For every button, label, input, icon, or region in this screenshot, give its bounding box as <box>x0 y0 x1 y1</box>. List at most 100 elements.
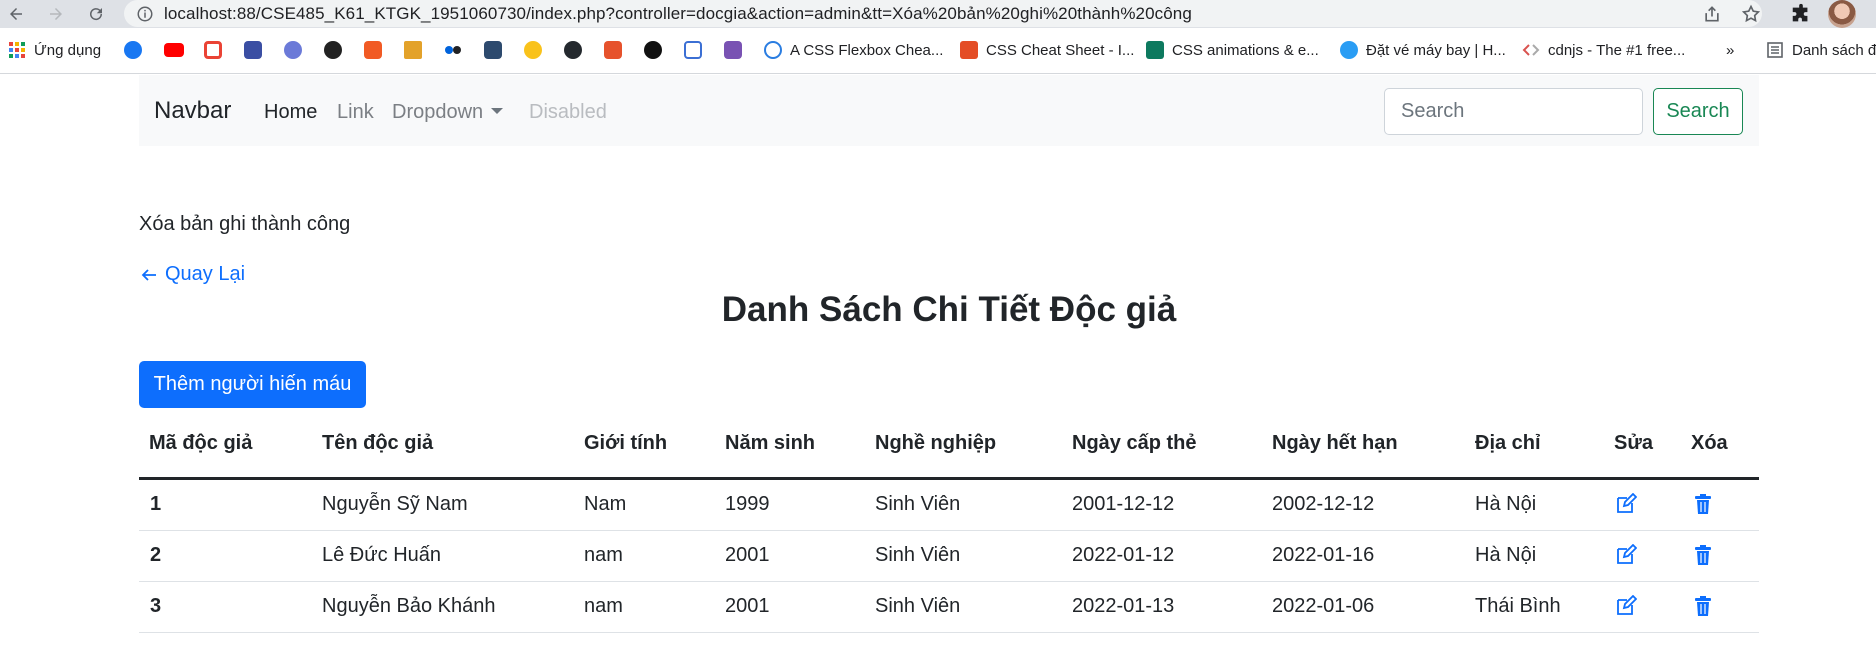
cell-birth-year: 2001 <box>725 544 770 566</box>
cell-occupation: Sinh Viên <box>875 544 961 566</box>
cell-gender: nam <box>584 544 623 566</box>
site-icon-1[interactable] <box>244 41 262 59</box>
nav-dropdown-label: Dropdown <box>392 101 484 123</box>
bookmark-label: Danh sách đ <box>1792 41 1876 59</box>
column-header: Mã độc giả <box>149 432 253 454</box>
back-link[interactable]: Quay Lại <box>139 263 245 286</box>
bookmark-star-icon[interactable] <box>1741 4 1761 24</box>
cell-occupation: Sinh Viên <box>875 595 961 617</box>
bookmark-label: cdnjs - The #1 free... <box>1548 41 1686 59</box>
column-header: Giới tính <box>584 432 668 454</box>
cell-name: Nguyễn Bảo Khánh <box>322 595 496 617</box>
cell-issue-date: 2022-01-12 <box>1072 544 1175 566</box>
nav-dropdown[interactable]: Dropdown <box>392 101 504 124</box>
back-arrow-icon[interactable] <box>4 2 28 26</box>
site-icon-4[interactable] <box>604 41 622 59</box>
site-icon-2[interactable] <box>284 41 302 59</box>
table-row: 3 Nguyễn Bảo Khánh nam 2001 Sinh Viên 20… <box>139 582 1759 633</box>
cell-gender: nam <box>584 595 623 617</box>
address-bar[interactable]: localhost:88/CSE485_K61_KTGK_1951060730/… <box>124 0 1762 27</box>
cell-id: 2 <box>150 544 162 566</box>
site-info-icon[interactable] <box>136 5 154 23</box>
profile-avatar[interactable] <box>1828 0 1856 28</box>
url-text[interactable]: localhost:88/CSE485_K61_KTGK_1951060730/… <box>164 4 1192 24</box>
search-button[interactable]: Search <box>1653 88 1743 135</box>
extensions-puzzle-icon[interactable] <box>1790 3 1812 25</box>
flight-icon <box>1340 41 1358 59</box>
apps-grid-icon <box>9 42 25 58</box>
github-icon[interactable] <box>564 41 582 59</box>
site-icon-5[interactable] <box>644 41 662 59</box>
cell-address: Hà Nội <box>1475 493 1537 515</box>
bookmark-css-cheat-sheet[interactable]: CSS Cheat Sheet - I... <box>960 39 1134 61</box>
bookmark-cdnjs[interactable]: cdnjs - The #1 free... <box>1522 39 1685 61</box>
html5-icon <box>960 41 978 59</box>
cell-issue-date: 2022-01-13 <box>1072 595 1175 617</box>
trash-icon[interactable] <box>1692 493 1714 515</box>
cell-address: Thái Bình <box>1475 595 1561 617</box>
bookmark-dat-ve[interactable]: Đặt vé máy bay | H... <box>1340 39 1506 61</box>
youtube-icon[interactable] <box>164 43 184 57</box>
reload-icon[interactable] <box>84 2 108 26</box>
nav-link-disabled: Disabled <box>529 101 607 123</box>
cell-expiry-date: 2022-01-06 <box>1272 595 1375 617</box>
share-icon[interactable] <box>1702 4 1722 24</box>
browser-toolbar: localhost:88/CSE485_K61_KTGK_1951060730/… <box>0 0 1876 28</box>
table-row: 1 Nguyễn Sỹ Nam Nam 1999 Sinh Viên 2001-… <box>139 480 1759 531</box>
bookmarks-bar: Ứng dụng A CSS Flexbox Chea... CSS Cheat… <box>0 28 1876 74</box>
forward-arrow-icon[interactable] <box>44 2 68 26</box>
more-bookmarks-button[interactable]: » <box>1726 39 1734 61</box>
pma-icon[interactable] <box>404 41 422 59</box>
more-bookmarks-icon: » <box>1726 41 1735 59</box>
bookmark-reading-list[interactable]: Danh sách đ <box>1766 39 1876 61</box>
flickr-icon[interactable] <box>444 41 462 59</box>
cell-issue-date: 2001-12-12 <box>1072 493 1175 515</box>
cell-address: Hà Nội <box>1475 544 1537 566</box>
table-row: 2 Lê Đức Huấn nam 2001 Sinh Viên 2022-01… <box>139 531 1759 582</box>
flag-icon[interactable] <box>684 41 702 59</box>
column-header: Năm sinh <box>725 432 816 454</box>
cell-expiry-date: 2002-12-12 <box>1272 493 1375 515</box>
edit-icon[interactable] <box>1615 543 1638 566</box>
f8-icon[interactable] <box>364 41 382 59</box>
site-icon-p[interactable] <box>484 41 502 59</box>
column-header: Ngày hết hạn <box>1272 432 1398 454</box>
bookmark-apps[interactable]: Ứng dụng <box>8 39 101 61</box>
navbar-brand[interactable]: Navbar <box>154 97 231 125</box>
cell-id: 1 <box>150 493 162 515</box>
bookmark-label: CSS animations & e... <box>1172 41 1319 59</box>
gmail-icon[interactable] <box>204 41 222 59</box>
bookmark-flexbox[interactable]: A CSS Flexbox Chea... <box>764 39 943 61</box>
cell-name: Lê Đức Huấn <box>322 544 442 566</box>
edit-icon[interactable] <box>1615 594 1638 617</box>
cell-name: Nguyễn Sỹ Nam <box>322 493 468 515</box>
column-header: Xóa <box>1691 432 1728 454</box>
search-input[interactable] <box>1384 88 1643 135</box>
cell-gender: Nam <box>584 493 627 515</box>
bookmark-css-animations[interactable]: CSS animations & e... <box>1146 39 1319 61</box>
nav-link-link[interactable]: Link <box>337 101 374 124</box>
cell-id: 3 <box>150 595 162 617</box>
caret-down-icon <box>491 107 504 114</box>
cell-birth-year: 2001 <box>725 595 770 617</box>
bookmark-label: Ứng dụng <box>34 41 102 59</box>
emoji-icon[interactable] <box>524 41 542 59</box>
column-header: Tên độc giả <box>322 432 434 454</box>
cell-birth-year: 1999 <box>725 493 770 515</box>
cell-expiry-date: 2022-01-16 <box>1272 544 1375 566</box>
trash-icon[interactable] <box>1692 544 1714 566</box>
site-icon-3[interactable] <box>324 41 342 59</box>
flexbox-icon <box>764 41 782 59</box>
status-message: Xóa bản ghi thành công <box>139 213 351 235</box>
nav-link-home[interactable]: Home <box>264 101 317 124</box>
page-title: Danh Sách Chi Tiết Độc giả <box>721 290 1177 329</box>
add-donor-button[interactable]: Thêm người hiến máu <box>139 361 366 408</box>
column-header: Ngày cấp thẻ <box>1072 432 1197 454</box>
edit-icon[interactable] <box>1615 492 1638 515</box>
back-link-label: Quay Lại <box>165 263 246 285</box>
facebook-icon[interactable] <box>124 41 142 59</box>
column-header: Nghề nghiệp <box>875 432 997 454</box>
cell-occupation: Sinh Viên <box>875 493 961 515</box>
trash-icon[interactable] <box>1692 595 1714 617</box>
bootstrap-icon[interactable] <box>724 41 742 59</box>
